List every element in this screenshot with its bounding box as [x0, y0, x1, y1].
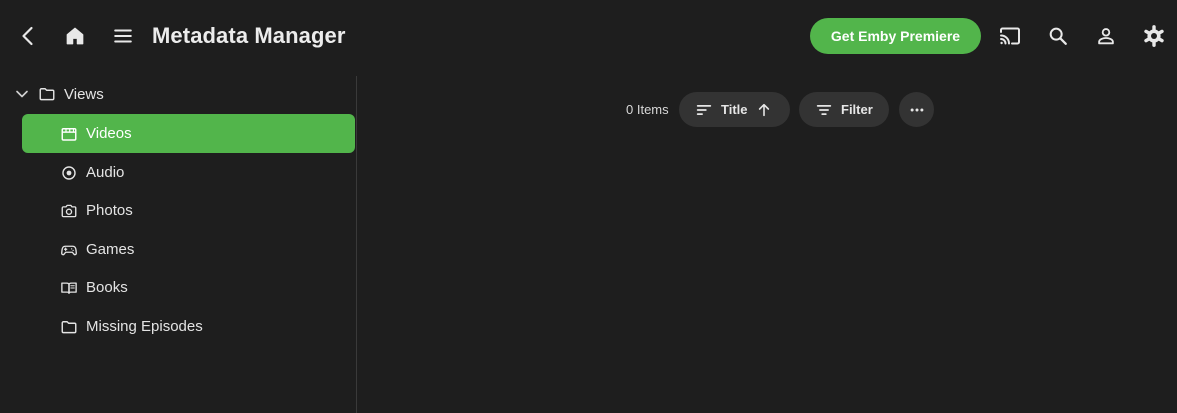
home-icon	[66, 27, 84, 45]
sidebar-item-label: Missing Episodes	[86, 318, 203, 335]
tree-root-label: Views	[64, 85, 104, 103]
search-button[interactable]	[1038, 16, 1078, 56]
user-button[interactable]	[1086, 16, 1126, 56]
sort-lines-icon	[696, 104, 712, 115]
items-count: 0 Items	[626, 102, 669, 117]
filter-icon	[816, 104, 832, 115]
cast-icon	[1000, 27, 1020, 45]
settings-button[interactable]	[1134, 16, 1174, 56]
gamepad-icon	[60, 241, 78, 259]
back-arrow-icon	[22, 26, 33, 46]
sidebar-tree: Views Videos Audio Photos Games Books Mi…	[0, 76, 356, 413]
sort-button[interactable]: Title	[679, 92, 790, 127]
sidebar-divider	[356, 76, 357, 413]
filter-button[interactable]: Filter	[799, 92, 889, 127]
tree-root-views[interactable]: Views	[12, 80, 104, 108]
sidebar-item-photos[interactable]: Photos	[22, 191, 355, 230]
settings-gear-icon	[1144, 25, 1164, 47]
disc-icon	[60, 164, 78, 182]
sidebar-item-label: Audio	[86, 164, 125, 181]
arrow-up-icon	[758, 103, 769, 116]
filter-label: Filter	[841, 102, 873, 117]
sidebar-item-games[interactable]: Games	[22, 230, 355, 269]
search-icon	[1049, 27, 1067, 45]
sidebar-item-label: Books	[86, 279, 128, 296]
sidebar-item-missing-episodes[interactable]: Missing Episodes	[22, 307, 355, 346]
get-premiere-button[interactable]: Get Emby Premiere	[810, 18, 981, 54]
app-header: Metadata Manager Get Emby Premiere	[0, 0, 1177, 72]
chevron-down-icon	[16, 90, 28, 98]
menu-icon	[114, 29, 132, 43]
menu-button[interactable]	[103, 16, 143, 56]
sidebar-item-label: Photos	[86, 202, 133, 219]
folder-icon	[60, 318, 78, 336]
video-clapper-icon	[60, 125, 78, 143]
sidebar-item-label: Games	[86, 241, 135, 258]
sidebar-item-videos[interactable]: Videos	[22, 114, 355, 153]
more-options-button[interactable]	[899, 92, 934, 127]
more-horizontal-icon	[910, 108, 923, 111]
home-button[interactable]	[55, 16, 95, 56]
cast-button[interactable]	[990, 16, 1030, 56]
folder-icon	[39, 88, 55, 101]
user-icon	[1098, 28, 1114, 45]
sidebar-item-label: Videos	[86, 125, 132, 142]
camera-icon	[60, 202, 78, 220]
sidebar-item-books[interactable]: Books	[22, 268, 355, 307]
back-button[interactable]	[8, 16, 48, 56]
sidebar-item-audio[interactable]: Audio	[22, 153, 355, 192]
book-icon	[60, 279, 78, 297]
page-title: Metadata Manager	[152, 23, 346, 48]
sort-label: Title	[721, 102, 748, 117]
